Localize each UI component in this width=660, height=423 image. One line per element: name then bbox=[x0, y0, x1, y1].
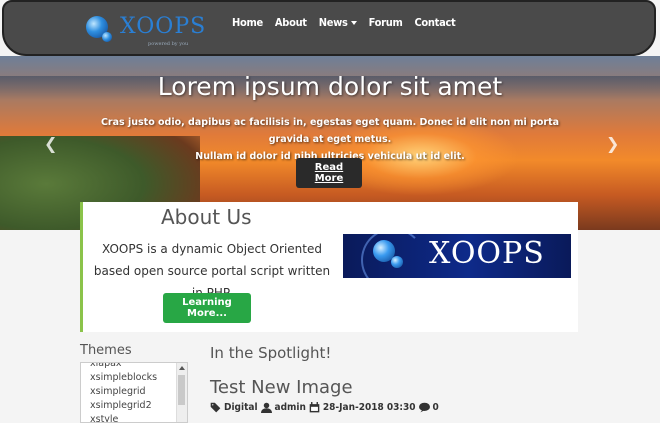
chevron-left-icon[interactable]: ❮ bbox=[44, 134, 57, 153]
theme-option[interactable]: xsimpleblocks bbox=[81, 371, 187, 385]
nav-news-label: News bbox=[318, 16, 348, 29]
theme-option[interactable]: xlapax bbox=[81, 363, 187, 371]
user-icon bbox=[260, 402, 272, 413]
xoops-banner-image: XOOPS bbox=[343, 234, 571, 278]
banner-small-sphere-icon bbox=[391, 256, 403, 268]
nav-about[interactable]: About bbox=[269, 16, 313, 29]
scroll-thumb[interactable] bbox=[178, 375, 185, 405]
learning-more-button[interactable]: Learning More... bbox=[163, 293, 251, 323]
nav-forum[interactable]: Forum bbox=[363, 16, 409, 29]
calendar-icon bbox=[309, 402, 320, 413]
theme-option[interactable]: xsimplegrid2 bbox=[81, 399, 187, 413]
navbar: XOOPS powered by you Home About News For… bbox=[2, 0, 656, 56]
themes-scrollbar[interactable] bbox=[176, 363, 187, 422]
logo-text: XOOPS bbox=[120, 14, 207, 39]
nav-contact[interactable]: Contact bbox=[408, 16, 461, 29]
news-category[interactable]: Digital bbox=[224, 402, 258, 413]
chevron-down-icon bbox=[350, 20, 357, 25]
news-item-meta: Digital admin 28-Jan-2018 03:30 0 bbox=[210, 402, 439, 413]
logo-tagline: powered by you bbox=[148, 41, 189, 47]
theme-option[interactable]: xstyle bbox=[81, 413, 187, 422]
nav-news[interactable]: News bbox=[313, 16, 363, 29]
banner-text: XOOPS bbox=[429, 236, 545, 271]
chevron-right-icon[interactable]: ❯ bbox=[606, 134, 619, 153]
news-author[interactable]: admin bbox=[275, 402, 306, 413]
news-date: 28-Jan-2018 03:30 bbox=[322, 402, 416, 413]
themes-title: Themes bbox=[80, 343, 132, 358]
about-panel: About Us XOOPS is a dynamic Object Orien… bbox=[80, 202, 578, 332]
read-more-button[interactable]: Read More bbox=[296, 158, 362, 188]
comment-icon bbox=[418, 402, 430, 413]
hero-title: Lorem ipsum dolor sit amet bbox=[157, 72, 503, 101]
scroll-up-icon[interactable] bbox=[179, 366, 185, 370]
hero-caption-line1: Cras justo odio, dapibus ac facilisis in… bbox=[100, 117, 560, 145]
site-logo[interactable]: XOOPS powered by you bbox=[86, 14, 206, 48]
news-item-title[interactable]: Test New Image bbox=[210, 377, 353, 398]
tag-icon bbox=[210, 402, 221, 413]
main-nav: Home About News Forum Contact bbox=[226, 16, 461, 29]
logo-small-sphere-icon bbox=[102, 32, 112, 42]
spotlight-heading: In the Spotlight! bbox=[210, 344, 332, 362]
theme-option[interactable]: xsimplegrid bbox=[81, 385, 187, 399]
themes-select-list[interactable]: xlapax xsimpleblocks xsimplegrid xsimple… bbox=[80, 362, 188, 423]
about-title: About Us bbox=[161, 205, 252, 229]
nav-home[interactable]: Home bbox=[226, 16, 269, 29]
news-comments-count[interactable]: 0 bbox=[433, 402, 439, 413]
